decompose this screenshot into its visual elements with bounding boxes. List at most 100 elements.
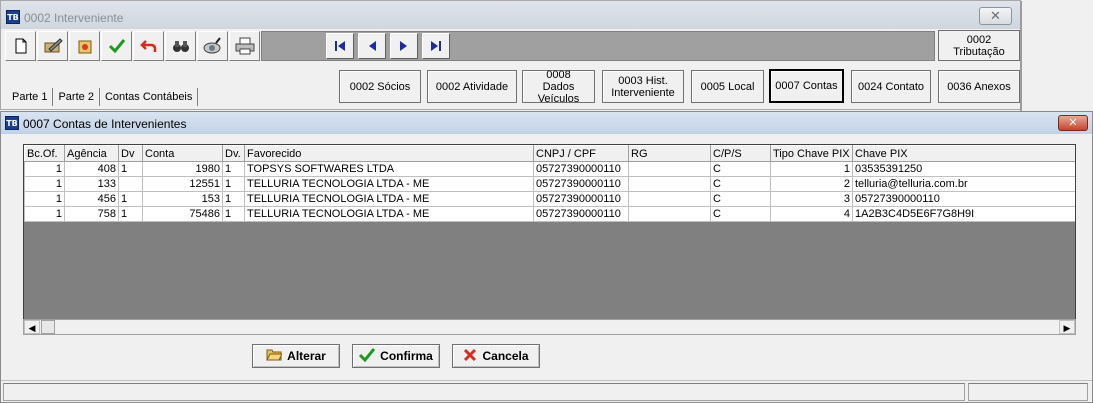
cancela-label: Cancela — [482, 349, 529, 363]
close-interveniente-button[interactable]: ✕ — [979, 7, 1012, 25]
col-chave-pix[interactable]: Chave PIX — [852, 145, 1075, 162]
scroll-thumb[interactable] — [41, 320, 55, 334]
cell[interactable]: 1 — [118, 161, 143, 177]
scroll-left-icon[interactable]: ◀ — [24, 320, 40, 334]
cell[interactable]: 1 — [24, 161, 65, 177]
tab-contas-contabeis[interactable]: Contas Contábeis — [100, 88, 199, 106]
cell[interactable]: C — [710, 161, 771, 177]
cell[interactable]: 1 — [24, 206, 65, 222]
printer-icon[interactable] — [229, 31, 260, 61]
cell[interactable]: 03535391250 — [852, 161, 1075, 177]
col-cnpj-cpf[interactable]: CNPJ / CPF — [533, 145, 629, 162]
first-record-icon[interactable] — [326, 33, 354, 59]
cell[interactable]: 408 — [64, 161, 119, 177]
status-panel-secondary — [968, 383, 1088, 401]
table-row[interactable]: 1 758 1 75486 1 TELLURIA TECNOLOGIA LTDA… — [24, 206, 1075, 222]
cell[interactable]: 2 — [770, 176, 853, 192]
table-row[interactable]: 1 408 1 1980 1 TOPSYS SOFTWARES LTDA 057… — [24, 161, 1075, 177]
cell[interactable]: 05727390000110 — [533, 161, 629, 177]
cell[interactable]: TELLURIA TECNOLOGIA LTDA - ME — [244, 206, 534, 222]
cell[interactable]: 12551 — [142, 176, 223, 192]
last-record-icon[interactable] — [422, 33, 450, 59]
tab-parte-1[interactable]: Parte 1 — [7, 88, 54, 106]
cell[interactable]: C — [710, 191, 771, 207]
cell[interactable] — [628, 161, 711, 177]
cell[interactable]: 05727390000110 — [533, 191, 629, 207]
cell[interactable]: 133 — [64, 176, 119, 192]
col-dv2[interactable]: Dv. — [222, 145, 245, 162]
socios-button[interactable]: 0002 Sócios — [339, 70, 421, 103]
cell[interactable] — [628, 191, 711, 207]
cell[interactable]: 4 — [770, 206, 853, 222]
tributacao-button[interactable]: 0002 Tributação — [938, 30, 1020, 61]
cell[interactable]: 1 — [222, 206, 245, 222]
cell[interactable]: 153 — [142, 191, 223, 207]
cell[interactable]: 1 — [24, 176, 65, 192]
cell[interactable]: 1 — [24, 191, 65, 207]
atividade-button[interactable]: 0002 Atividade — [427, 70, 517, 103]
record-navigation-bar — [261, 31, 935, 61]
col-dv[interactable]: Dv — [118, 145, 143, 162]
contas-button[interactable]: 0007 Contas — [769, 69, 844, 103]
cell[interactable]: TELLURIA TECNOLOGIA LTDA - ME — [244, 176, 534, 192]
dialog-titlebar: TB 0007 Contas de Intervenientes ✕ — [1, 112, 1092, 134]
col-rg[interactable]: RG — [628, 145, 711, 162]
dados-veiculos-button[interactable]: 0008 Dados Veículos — [522, 69, 595, 105]
cell[interactable]: 05727390000110 — [533, 176, 629, 192]
previous-record-icon[interactable] — [358, 33, 386, 59]
search-lens-icon[interactable] — [197, 31, 228, 61]
col-tipo-chave-pix[interactable]: Tipo Chave PIX — [770, 145, 853, 162]
col-conta[interactable]: Conta — [142, 145, 223, 162]
new-document-icon[interactable] — [5, 31, 36, 61]
cell[interactable]: 1 — [770, 161, 853, 177]
cell[interactable]: 1 — [118, 206, 143, 222]
col-agencia[interactable]: Agência — [64, 145, 119, 162]
anexos-button[interactable]: 0036 Anexos — [938, 70, 1020, 103]
record-toolbar — [5, 31, 261, 61]
col-favorecido[interactable]: Favorecido — [244, 145, 534, 162]
cell[interactable]: C — [710, 206, 771, 222]
cell[interactable] — [628, 206, 711, 222]
cell[interactable]: 456 — [64, 191, 119, 207]
cell[interactable]: 758 — [64, 206, 119, 222]
cell[interactable]: 1 — [222, 191, 245, 207]
cell[interactable]: 75486 — [142, 206, 223, 222]
cancela-button[interactable]: Cancela — [452, 344, 540, 368]
binoculars-icon[interactable] — [165, 31, 196, 61]
cell[interactable]: C — [710, 176, 771, 192]
next-record-icon[interactable] — [390, 33, 418, 59]
cell[interactable]: 1 — [222, 176, 245, 192]
cell[interactable]: 1A2B3C4D5E6F7G8H9I — [852, 206, 1075, 222]
table-row[interactable]: 1 456 1 153 1 TELLURIA TECNOLOGIA LTDA -… — [24, 191, 1075, 207]
app-logo-icon: TB — [5, 116, 19, 130]
scroll-right-icon[interactable]: ▶ — [1059, 320, 1075, 334]
contato-button[interactable]: 0024 Contato — [851, 70, 931, 103]
delete-icon[interactable] — [69, 31, 100, 61]
cell[interactable]: 3 — [770, 191, 853, 207]
cell[interactable]: 1980 — [142, 161, 223, 177]
tab-parte-2[interactable]: Parte 2 — [53, 88, 100, 106]
confirm-check-icon[interactable] — [101, 31, 132, 61]
cell[interactable]: 05727390000110 — [533, 206, 629, 222]
cell[interactable] — [628, 176, 711, 192]
cell[interactable]: 05727390000110 — [852, 191, 1075, 207]
col-bc-of[interactable]: Bc.Of. — [24, 145, 65, 162]
cell[interactable]: telluria@telluria.com.br — [852, 176, 1075, 192]
alterar-button[interactable]: Alterar — [252, 344, 340, 368]
cell[interactable] — [118, 176, 143, 192]
col-cps[interactable]: C/P/S — [710, 145, 771, 162]
horizontal-scrollbar[interactable]: ◀ ▶ — [23, 319, 1076, 335]
confirma-button[interactable]: Confirma — [352, 344, 440, 368]
cell[interactable]: 1 — [222, 161, 245, 177]
cell[interactable]: TOPSYS SOFTWARES LTDA — [244, 161, 534, 177]
table-header-row: Bc.Of. Agência Dv Conta Dv. Favorecido C… — [24, 145, 1075, 162]
close-dialog-button[interactable]: ✕ — [1058, 115, 1088, 131]
edit-icon[interactable] — [37, 31, 68, 61]
cell[interactable]: 1 — [118, 191, 143, 207]
cell[interactable]: TELLURIA TECNOLOGIA LTDA - ME — [244, 191, 534, 207]
undo-icon[interactable] — [133, 31, 164, 61]
hist-interveniente-button[interactable]: 0003 Hist. Interveniente — [602, 70, 684, 103]
confirma-label: Confirma — [380, 349, 433, 363]
table-row[interactable]: 1 133 12551 1 TELLURIA TECNOLOGIA LTDA -… — [24, 176, 1075, 192]
local-button[interactable]: 0005 Local — [691, 70, 764, 103]
